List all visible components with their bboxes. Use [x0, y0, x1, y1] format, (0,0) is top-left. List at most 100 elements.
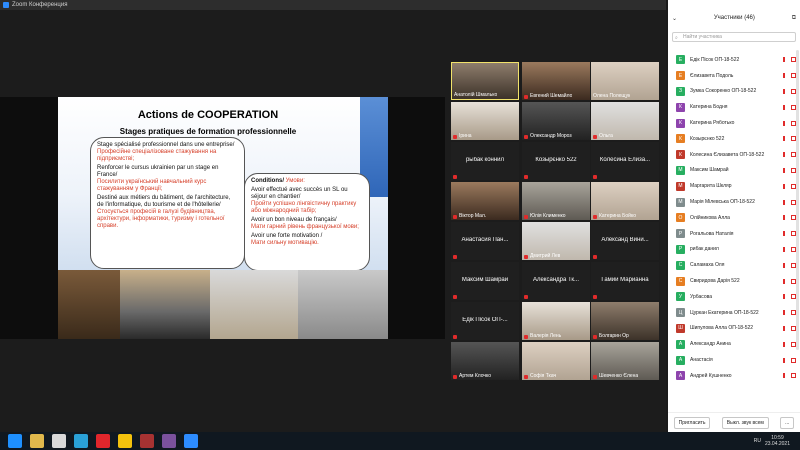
participant-name: Колесина Єлизавета ОП-18-522 — [690, 151, 765, 158]
more-button[interactable]: ... — [780, 416, 795, 429]
participant-row[interactable]: О Олійникова Алла — [668, 210, 800, 226]
video-tile[interactable]: Юлія Клименко — [522, 182, 590, 220]
muted-mic-icon — [783, 152, 788, 158]
video-tile[interactable]: Александ Вини... — [591, 222, 659, 260]
participant-row[interactable]: К Катерина Бодня — [668, 99, 800, 115]
video-tile[interactable]: Дмитрий Лев — [522, 222, 590, 260]
participant-row[interactable]: К Катерина Ряботько — [668, 115, 800, 131]
muted-mic-icon — [453, 335, 457, 339]
video-tile[interactable]: Валерія Лень — [522, 302, 590, 340]
participant-row[interactable]: М Маргарита Шкляр — [668, 178, 800, 194]
muted-mic-icon — [453, 175, 457, 179]
pdf-reader-icon[interactable] — [140, 434, 154, 448]
participant-status-icons — [783, 167, 796, 173]
participant-row[interactable]: Ш Шипулова Алла ОП-18-522 — [668, 321, 800, 337]
video-tile[interactable]: Ольга — [591, 102, 659, 140]
participant-row[interactable]: С Саламаха Оля — [668, 257, 800, 273]
participant-status-icons — [783, 357, 796, 363]
avatar: А — [676, 339, 685, 349]
video-tile[interactable]: рыбак коннил — [451, 142, 519, 180]
participant-search-input[interactable]: ⌕ Найти участника — [672, 32, 796, 42]
video-tile[interactable]: Гамий Марианна — [591, 262, 659, 300]
participant-row[interactable]: А Анастасія — [668, 352, 800, 368]
participant-name: Саламаха Оля — [690, 262, 725, 269]
left-item-3-fr: Destiné aux métiers du bâtiment, de l'ar… — [97, 195, 231, 208]
shared-screen[interactable]: Actions de COOPERATION Stages pratiques … — [0, 97, 445, 442]
participant-name: Свиридова Дарія 522 — [690, 278, 740, 285]
video-tile[interactable]: Анатолій Шмалько — [451, 62, 519, 100]
video-off-icon — [791, 373, 796, 379]
start-button-icon[interactable] — [8, 434, 22, 448]
video-tile[interactable]: Болгарин Ор — [591, 302, 659, 340]
video-tile[interactable]: Софія Ткач — [522, 342, 590, 380]
participant-status-icons — [783, 215, 796, 221]
participant-name: Марія Мілевська ОП-18-522 — [690, 199, 755, 206]
participant-row[interactable]: Е Едік Пісок ОП-18-522 — [668, 52, 800, 68]
video-tile[interactable]: Віктор Мал. — [451, 182, 519, 220]
muted-mic-icon — [783, 183, 788, 189]
video-tile[interactable]: Александра Тк... — [522, 262, 590, 300]
participant-name: Шипулова Алла ОП-18-522 — [690, 325, 754, 332]
video-tile[interactable]: Шевченко Єлена — [591, 342, 659, 380]
video-tile-name: Болгарин Ор — [599, 333, 629, 339]
muted-mic-icon — [783, 88, 788, 94]
right-item-2-ua: Мати гарний рівень французької мови; — [251, 224, 359, 230]
video-tile[interactable]: Едік Пісок ОП-... — [451, 302, 519, 340]
right-item-1-fr: Avoir effectué avec succès un SL ou séjo… — [251, 187, 348, 200]
video-tile[interactable]: Колесина Елиза... — [591, 142, 659, 180]
video-tile[interactable]: Анастасия Пан... — [451, 222, 519, 260]
participant-row[interactable]: А Андрей Кушненко — [668, 368, 800, 384]
video-tile-name: Дмитрий Лев — [530, 253, 561, 259]
participant-name: Козырєнко 522 — [690, 135, 725, 142]
right-item-2-fr: Avoir un bon niveau de français/ — [251, 217, 337, 223]
video-tile[interactable]: Евгений Шемайло — [522, 62, 590, 100]
participant-row[interactable]: Ррибак данил — [668, 242, 800, 258]
clock[interactable]: 10:59 23.04.2021 — [765, 435, 790, 447]
participant-row[interactable]: К Колесина Єлизавета ОП-18-522 — [668, 147, 800, 163]
avatar: К — [676, 102, 685, 112]
invite-button[interactable]: Пригласить — [673, 416, 711, 429]
zoom-icon[interactable] — [184, 434, 198, 448]
participant-name: Цуркан Екатерина ОП-18-522 — [690, 309, 759, 316]
muted-mic-icon — [524, 95, 528, 99]
mute-all-button[interactable]: Выкл. звук всем — [721, 416, 769, 429]
participant-row[interactable]: М Марія Мілевська ОП-18-522 — [668, 194, 800, 210]
participant-row[interactable]: У Урбасова — [668, 289, 800, 305]
participant-row[interactable]: К Козырєнко 522 — [668, 131, 800, 147]
viber-icon[interactable] — [162, 434, 176, 448]
muted-mic-icon — [783, 104, 788, 110]
video-tile[interactable]: Максим Шамрай — [451, 262, 519, 300]
file-explorer-icon[interactable] — [30, 434, 44, 448]
participant-row[interactable]: Ц Цуркан Екатерина ОП-18-522 — [668, 305, 800, 321]
opera-icon[interactable] — [96, 434, 110, 448]
video-tile[interactable]: Катерина Бойко — [591, 182, 659, 220]
conditions-heading-fr: Conditions/ — [251, 178, 284, 184]
participants-footer: Пригласить Выкл. звук всем ... — [668, 412, 800, 432]
video-tile[interactable]: Олександр Мороз — [522, 102, 590, 140]
participant-row[interactable]: Р Рогальова Наталія — [668, 226, 800, 242]
participant-row[interactable]: З Зумка Сокоренко ОП-18-522 — [668, 84, 800, 100]
conditions-heading: Conditions/ Умови: — [251, 178, 363, 185]
video-tile[interactable]: Артем Клочко — [451, 342, 519, 380]
participant-row[interactable]: М Максим Шамрай — [668, 163, 800, 179]
video-tile[interactable]: Козырєнко 522 — [522, 142, 590, 180]
participant-row[interactable]: С Свиридова Дарія 522 — [668, 273, 800, 289]
muted-mic-icon — [783, 325, 788, 331]
participant-row[interactable]: Е Єлизавета Подоль — [668, 68, 800, 84]
participant-name: Максим Шамрай — [690, 167, 729, 174]
chrome-icon[interactable] — [118, 434, 132, 448]
zoom-window: Zoom Конференция Actions de COOPERATION … — [0, 0, 666, 442]
telegram-icon[interactable] — [74, 434, 88, 448]
participant-row[interactable]: А Александр Анина — [668, 336, 800, 352]
popout-icon[interactable]: ⧉ — [792, 15, 796, 22]
video-tile[interactable]: Олена Полещук — [591, 62, 659, 100]
media-player-icon[interactable] — [52, 434, 66, 448]
participant-list-scrollbar[interactable] — [796, 50, 799, 350]
participant-name: Катерина Ряботько — [690, 120, 735, 127]
avatar: Е — [676, 55, 685, 65]
video-tile[interactable]: Ірина — [451, 102, 519, 140]
language-indicator[interactable]: RU — [754, 438, 761, 444]
muted-mic-icon — [453, 215, 457, 219]
muted-mic-icon — [783, 278, 788, 284]
window-titlebar[interactable]: Zoom Конференция — [0, 0, 666, 10]
